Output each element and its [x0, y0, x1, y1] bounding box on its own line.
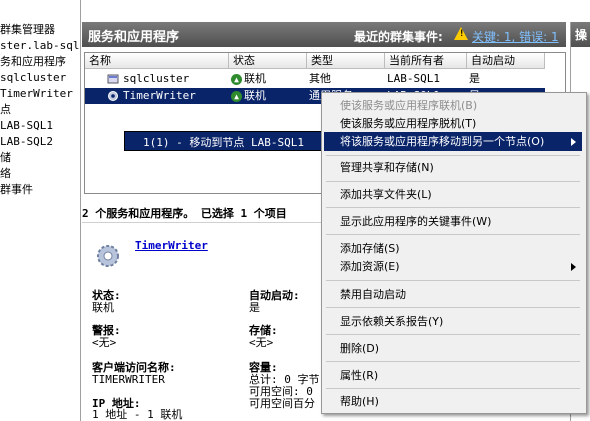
submenu-arrow-icon	[571, 138, 576, 146]
menu-manage-shares[interactable]: 管理共享和存储(N)	[324, 158, 582, 177]
events-link[interactable]: 关键: 1, 错误: 1	[472, 28, 559, 45]
main-header: 服务和应用程序 最近的群集事件: ! 关键: 1, 错误: 1	[82, 22, 566, 47]
online-icon: ▲	[231, 90, 242, 102]
tree-root[interactable]: 群集管理器	[0, 22, 55, 37]
menu-add-resource[interactable]: 添加资源(E)	[324, 257, 582, 276]
menu-separator	[326, 155, 580, 156]
page-title: 服务和应用程序	[88, 30, 180, 45]
tree-storage[interactable]: 储	[0, 150, 11, 165]
client-access-value: TIMERWRITER	[92, 373, 165, 386]
navigation-tree: 群集管理器 ster.lab-sql. 务和应用程序 sqlcluster Ti…	[0, 0, 81, 421]
menu-add-storage[interactable]: 添加存储(S)	[324, 239, 582, 258]
menu-take-offline[interactable]: 使该服务或应用程序脱机(T)	[324, 114, 582, 133]
column-name[interactable]: 名称	[85, 53, 229, 69]
menu-dependency-report[interactable]: 显示依赖关系报告(Y)	[324, 312, 582, 331]
menu-add-shared-folder[interactable]: 添加共享文件夹(L)	[324, 185, 582, 204]
column-status[interactable]: 状态	[229, 53, 307, 69]
selection-summary: 2 个服务和应用程序。 已选择 1 个项目	[82, 207, 287, 220]
menu-separator	[326, 361, 580, 362]
row-name: TimerWriter	[123, 89, 196, 102]
storage-value: <无>	[249, 336, 274, 349]
row-name: sqlcluster	[123, 72, 190, 85]
tree-services[interactable]: 务和应用程序	[0, 54, 66, 69]
tree-cluster[interactable]: ster.lab-sql.	[0, 38, 80, 53]
column-owner[interactable]: 当前所有者	[385, 53, 467, 69]
column-type[interactable]: 类型	[307, 53, 385, 69]
menu-separator	[326, 307, 580, 308]
recent-events-label: 最近的群集事件:	[354, 30, 443, 44]
menu-separator	[326, 207, 580, 208]
tree-lab-sql2[interactable]: LAB-SQL2	[0, 134, 53, 149]
context-menu: 使该服务或应用程序联机(B) 使该服务或应用程序脱机(T) 将该服务或应用程序移…	[321, 92, 587, 414]
menu-separator	[326, 388, 580, 389]
alert-value: <无>	[92, 336, 117, 349]
menu-show-critical-events[interactable]: 显示此应用程序的关键事件(W)	[324, 212, 582, 231]
divider	[82, 222, 322, 223]
gear-icon	[97, 245, 119, 267]
submenu-arrow-icon	[571, 263, 576, 271]
tree-networks[interactable]: 络	[0, 166, 11, 181]
submenu-move-to-node[interactable]: 1(1) - 移动到节点 LAB-SQL1	[124, 131, 322, 151]
online-icon: ▲	[231, 73, 242, 85]
tree-sqlcluster[interactable]: sqlcluster	[0, 70, 66, 85]
row-owner: LAB-SQL1	[387, 72, 440, 85]
submenu-item-label: 1(1) - 移动到节点 LAB-SQL1	[143, 136, 304, 149]
menu-disable-autostart[interactable]: 禁用自动启动	[324, 285, 582, 304]
row-type: 其他	[309, 72, 331, 85]
column-autostart[interactable]: 自动启动	[467, 53, 545, 69]
menu-separator	[326, 280, 580, 281]
menu-separator	[326, 334, 580, 335]
status-value: 联机	[92, 301, 114, 314]
tree-nodes[interactable]: 点	[0, 102, 11, 117]
row-status: ▲ 联机	[231, 71, 266, 87]
tree-lab-sql1[interactable]: LAB-SQL1	[0, 118, 53, 133]
menu-move-to-node[interactable]: 将该服务或应用程序移动到另一个节点(O)	[324, 132, 582, 151]
tree-timerwriter[interactable]: TimerWriter	[0, 86, 73, 101]
detail-service-name[interactable]: TimerWriter	[135, 239, 208, 252]
row-autostart: 是	[469, 72, 480, 85]
menu-properties[interactable]: 属性(R)	[324, 366, 582, 385]
menu-bring-online[interactable]: 使该服务或应用程序联机(B)	[324, 96, 582, 115]
ip-value: 1 地址 - 1 联机	[92, 408, 183, 421]
autostart-value: 是	[249, 301, 260, 314]
service-icon	[107, 74, 119, 84]
warning-icon: !	[454, 27, 468, 40]
tree-cluster-events[interactable]: 群事件	[0, 182, 33, 197]
menu-separator	[326, 181, 580, 182]
actions-header: 操	[571, 22, 590, 47]
menu-separator	[326, 234, 580, 235]
menu-delete[interactable]: 删除(D)	[324, 339, 582, 358]
row-status: ▲ 联机	[231, 88, 266, 104]
capacity-free-percent: 可用空间百分	[249, 397, 315, 410]
table-row[interactable]: sqlcluster ▲ 联机 其他 LAB-SQL1 是	[85, 71, 545, 87]
gear-icon	[108, 91, 118, 101]
menu-help[interactable]: 帮助(H)	[324, 392, 582, 411]
